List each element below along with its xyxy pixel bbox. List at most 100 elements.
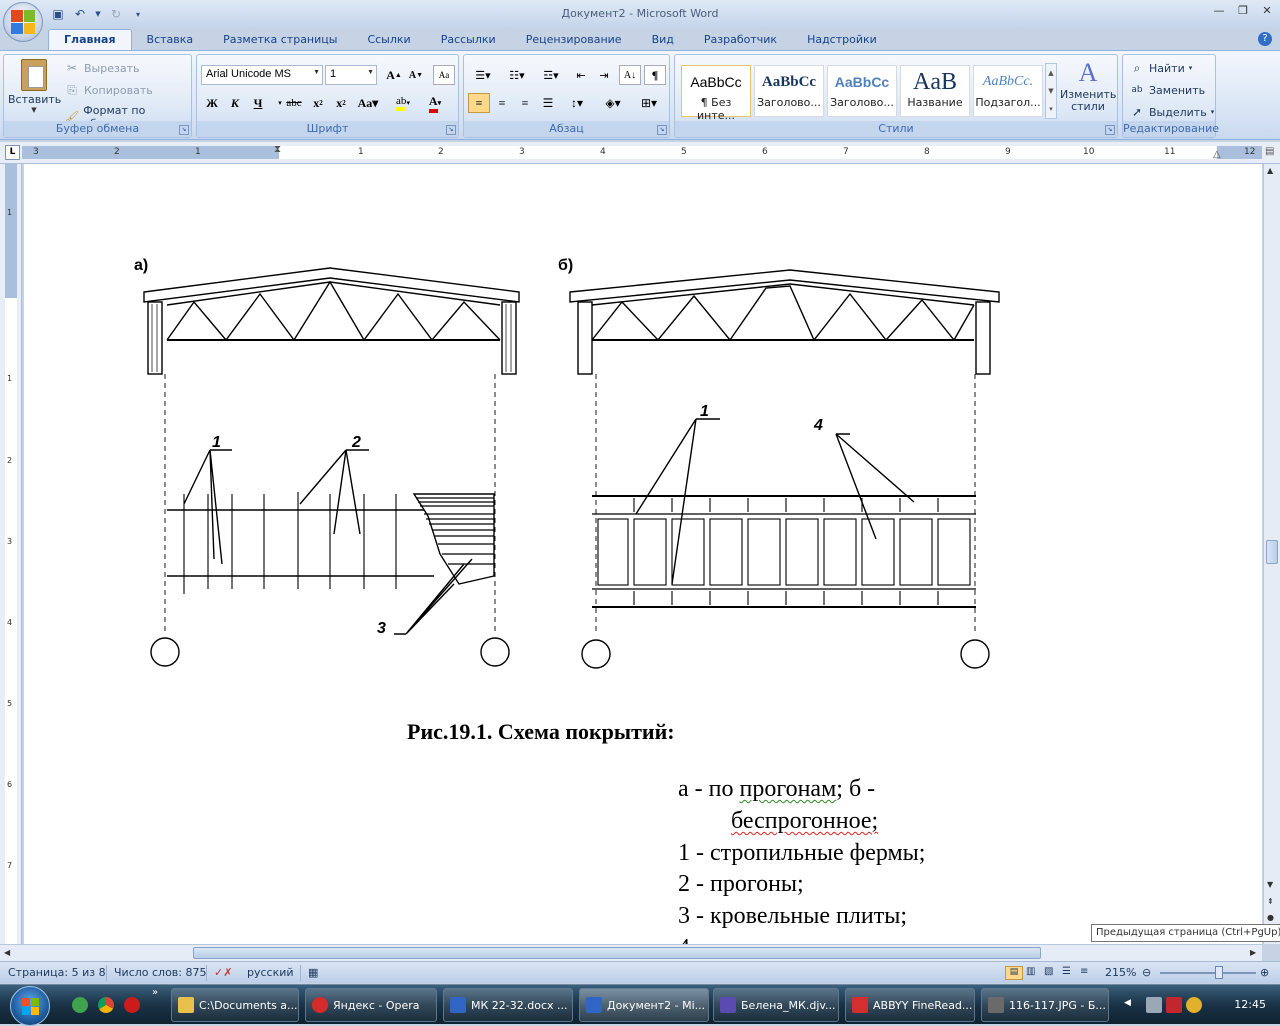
zoom-out-icon[interactable]: ⊖: [1142, 966, 1151, 979]
vertical-ruler[interactable]: 1 1 2 3 4 5 6 7: [0, 164, 22, 944]
sort-icon[interactable]: A↓: [619, 65, 641, 85]
taskbar-item[interactable]: МК 22-32.docx ...: [443, 988, 573, 1022]
replace-button[interactable]: ab Заменить: [1129, 82, 1205, 98]
taskbar-item[interactable]: ABBYY FineRead...: [845, 988, 975, 1022]
superscript-icon[interactable]: x2: [330, 93, 352, 113]
proofing-icon[interactable]: ✓✗: [214, 966, 232, 979]
justify-icon[interactable]: ☰: [537, 93, 559, 113]
print-layout-icon[interactable]: ▤: [1005, 966, 1023, 980]
tab-page-layout[interactable]: Разметка страницы: [208, 30, 352, 50]
clock[interactable]: 12:45: [1234, 998, 1266, 1011]
close-button[interactable]: ✕: [1260, 4, 1274, 18]
style-no-spacing[interactable]: AaBbCc ¶ Без инте...: [681, 65, 751, 122]
font-color-icon[interactable]: A ▾: [421, 93, 449, 113]
tab-view[interactable]: Вид: [637, 30, 689, 50]
taskbar-item[interactable]: Документ2 - Mi...: [579, 988, 709, 1022]
page-count[interactable]: Страница: 5 из 8: [8, 966, 106, 979]
change-styles-button[interactable]: A Изменить стили: [1060, 57, 1116, 119]
find-button[interactable]: ⌕ Найти ▾: [1129, 60, 1193, 76]
tab-insert[interactable]: Вставка: [132, 30, 209, 50]
restore-button[interactable]: ❐: [1236, 4, 1250, 18]
tray-expand-icon[interactable]: ◀: [1124, 998, 1131, 1008]
decrease-indent-icon[interactable]: ⇤: [570, 65, 592, 85]
tab-review[interactable]: Рецензирование: [511, 30, 637, 50]
web-layout-icon[interactable]: ▧: [1044, 966, 1053, 977]
line-spacing-icon[interactable]: ↕▾: [564, 93, 590, 113]
scroll-up-icon[interactable]: ▲: [1267, 166, 1273, 175]
horizontal-scrollbar[interactable]: ◀ ▶: [0, 944, 1262, 961]
numbering-icon[interactable]: ☷▾: [502, 65, 532, 85]
style-heading1[interactable]: AaBbCc Заголово...: [754, 65, 824, 117]
change-case-icon[interactable]: Aa▾: [355, 93, 381, 113]
taskbar-item[interactable]: C:\Documents a...: [171, 988, 299, 1022]
style-heading2[interactable]: AaBbCc Заголово...: [827, 65, 897, 117]
tab-mailings[interactable]: Рассылки: [426, 30, 511, 50]
document-page[interactable]: а) б) 1 2 3 1 4 Рис.19.1. Схема покрытий…: [24, 164, 1262, 944]
macro-record-icon[interactable]: ▦: [308, 966, 318, 979]
style-subtitle[interactable]: AaBbCc. Подзагол...: [973, 65, 1043, 117]
scroll-right-icon[interactable]: ▶: [1250, 948, 1256, 957]
horizontal-ruler[interactable]: L 3 2 1 1 2 3 4 5 6 7 8 9 10 11 12 ⧗ △ ▤: [0, 142, 1280, 164]
zoom-level[interactable]: 215%: [1105, 966, 1136, 979]
taskbar-item[interactable]: 116-117.JPG - Б...: [981, 988, 1109, 1022]
highlight-icon[interactable]: ab ▾: [389, 93, 417, 113]
opera-icon[interactable]: [124, 997, 140, 1013]
clear-format-icon[interactable]: Aa: [433, 65, 455, 85]
tab-references[interactable]: Ссылки: [352, 30, 425, 50]
zoom-in-icon[interactable]: ⊕: [1260, 966, 1269, 979]
strikethrough-icon[interactable]: abc: [283, 93, 305, 113]
scroll-down-icon[interactable]: ▼: [1267, 880, 1273, 889]
font-name-combo[interactable]: Arial Unicode MS ▼: [201, 65, 323, 85]
indent-marker-icon[interactable]: ⧗: [274, 144, 281, 155]
browse-object-icon[interactable]: ●: [1267, 913, 1274, 922]
select-button[interactable]: ➚ Выделить ▾: [1129, 104, 1214, 120]
copy-button[interactable]: ⎘ Копировать: [64, 82, 153, 98]
scroll-left-icon[interactable]: ◀: [4, 948, 10, 957]
paragraph-launcher-icon[interactable]: ↘: [657, 125, 667, 135]
borders-icon[interactable]: ⊞▾: [634, 93, 664, 113]
tab-developer[interactable]: Разработчик: [689, 30, 792, 50]
underline-icon[interactable]: Ч: [247, 93, 269, 113]
multilevel-list-icon[interactable]: ☲▾: [536, 65, 566, 85]
font-launcher-icon[interactable]: ↘: [446, 125, 456, 135]
network-icon[interactable]: [1146, 997, 1162, 1013]
previous-page-icon[interactable]: ⇞: [1267, 897, 1274, 906]
grow-font-icon[interactable]: A ▲: [383, 65, 405, 85]
taskbar-item[interactable]: Яндекс - Opera: [305, 988, 437, 1022]
increase-indent-icon[interactable]: ⇥: [593, 65, 615, 85]
outline-icon[interactable]: ☰: [1062, 966, 1071, 977]
align-center-icon[interactable]: ≡: [491, 93, 513, 113]
antivirus-icon[interactable]: [1166, 997, 1182, 1013]
style-title[interactable]: AaB Название: [900, 65, 970, 117]
paste-button[interactable]: Вставить ▼: [8, 57, 61, 121]
quicklaunch-green-icon[interactable]: [72, 997, 88, 1013]
full-screen-reading-icon[interactable]: ▥: [1026, 966, 1035, 977]
word-count[interactable]: Число слов: 875: [114, 966, 207, 979]
office-button[interactable]: [3, 2, 43, 42]
minimize-button[interactable]: —: [1212, 4, 1226, 18]
vertical-scrollbar[interactable]: ▲ ▼ ⇞ ● ⇟: [1263, 164, 1280, 944]
horizontal-scroll-thumb[interactable]: [193, 947, 1041, 959]
draft-icon[interactable]: ≡: [1080, 966, 1088, 977]
cut-button[interactable]: ✂ Вырезать: [64, 60, 140, 76]
right-indent-marker-icon[interactable]: △: [1213, 149, 1221, 160]
tab-selector[interactable]: L: [5, 145, 20, 160]
vertical-scroll-thumb[interactable]: [1266, 540, 1278, 564]
quicklaunch-more-icon[interactable]: »: [152, 987, 158, 998]
view-ruler-icon[interactable]: ▤: [1265, 146, 1274, 157]
tab-addins[interactable]: Надстройки: [792, 30, 892, 50]
bold-icon[interactable]: Ж: [201, 93, 223, 113]
align-left-icon[interactable]: ≡: [468, 93, 490, 113]
help-icon[interactable]: ?: [1258, 32, 1272, 46]
start-button[interactable]: [10, 986, 50, 1026]
pilcrow-icon[interactable]: ¶: [644, 65, 666, 85]
shading-icon[interactable]: ◈▾: [598, 93, 628, 113]
language[interactable]: русский: [247, 966, 294, 979]
clipboard-launcher-icon[interactable]: ↘: [179, 125, 189, 135]
styles-scroll[interactable]: ▲ ▼ ▾: [1045, 63, 1057, 119]
bullets-icon[interactable]: ☰▾: [468, 65, 498, 85]
align-right-icon[interactable]: ≡: [514, 93, 536, 113]
zoom-slider[interactable]: [1160, 972, 1256, 974]
italic-icon[interactable]: К: [224, 93, 246, 113]
styles-launcher-icon[interactable]: ↘: [1105, 125, 1115, 135]
